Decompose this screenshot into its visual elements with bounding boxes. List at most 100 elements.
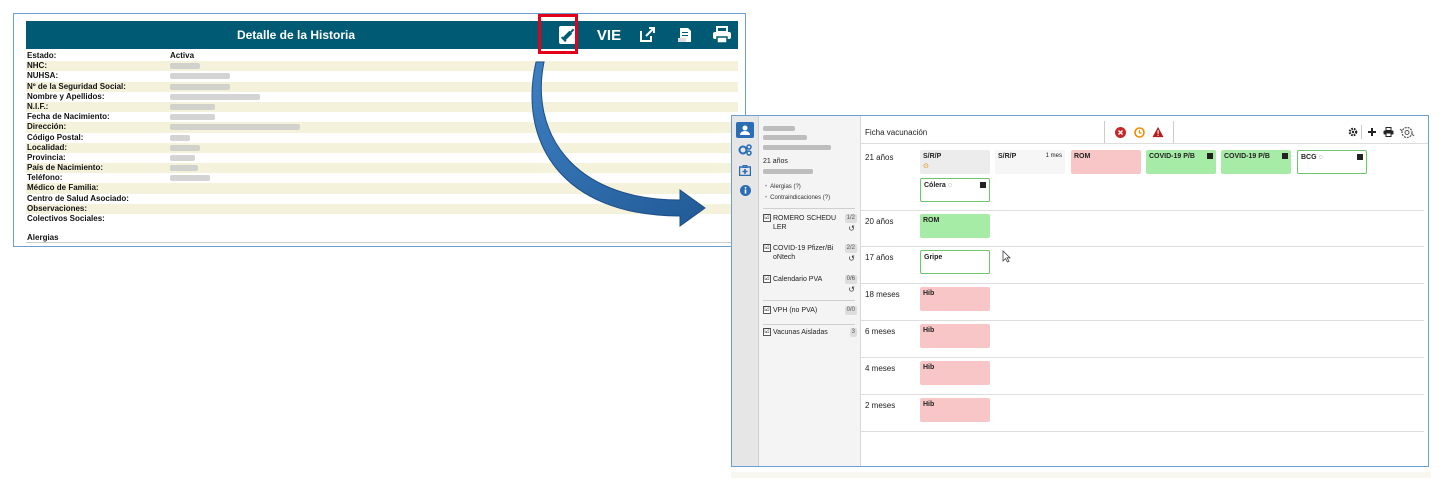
age-row: 6 meses Hib xyxy=(861,320,1424,358)
settings-button[interactable] xyxy=(1347,126,1359,138)
printer-icon xyxy=(713,26,731,44)
redacted-value xyxy=(170,124,300,131)
calendar-count: 2/2 xyxy=(844,244,857,253)
rail-medical[interactable] xyxy=(736,162,754,178)
calendar-item[interactable]: ☑ Vacunas Aisladas 3 xyxy=(763,328,857,348)
field-label: Teléfono: xyxy=(27,173,63,183)
schedule-settings-button[interactable] xyxy=(1399,126,1415,138)
vaccine-card[interactable]: S/R/P 1 mes xyxy=(995,150,1065,174)
pending-clock-icon: ⊙ xyxy=(923,163,929,170)
user-icon xyxy=(740,125,750,135)
vaccine-card[interactable]: BCG ◌ xyxy=(1297,150,1367,174)
calendar-count: 1/2 xyxy=(844,214,857,223)
vaccine-card[interactable]: Cólera ◌ xyxy=(920,178,990,202)
vaccine-card[interactable]: Hib xyxy=(920,287,990,311)
history-header: Detalle de la Historia VIE xyxy=(26,21,738,49)
undo-icon[interactable]: ↺ xyxy=(848,285,855,294)
rail-info[interactable] xyxy=(736,182,754,198)
print-vaccination-button[interactable] xyxy=(1382,126,1394,138)
status-error[interactable] xyxy=(1114,126,1126,138)
calendar-item[interactable]: ☑ VPH (no PVA) 0/0 xyxy=(763,306,857,326)
vaccine-card[interactable]: Hib xyxy=(920,361,990,385)
vaccine-label: COVID-19 P/B xyxy=(1149,153,1195,160)
vaccine-card[interactable]: S/R/P ⊙ xyxy=(920,150,990,174)
vaccine-label: Hib xyxy=(923,401,935,408)
field-label: Localidad: xyxy=(27,142,68,152)
field-label: Observaciones: xyxy=(27,203,88,213)
add-button[interactable] xyxy=(1366,126,1378,138)
age-label: 17 años xyxy=(865,253,894,262)
calendar-checkbox[interactable]: ☑ xyxy=(763,214,771,223)
age-row: 4 meses Hib xyxy=(861,357,1424,395)
cogs-icon xyxy=(738,144,752,156)
vaccine-card[interactable]: ROM xyxy=(920,214,990,238)
field-label: Nº de la Seguridad Social: xyxy=(27,81,126,91)
calendar-checkbox[interactable]: ☑ xyxy=(763,306,771,315)
vaccine-label: ROM xyxy=(923,217,940,224)
vaccine-label: Cólera ◌ xyxy=(924,182,952,189)
age-label: 4 meses xyxy=(865,364,896,373)
age-label: 6 meses xyxy=(865,327,896,336)
rail-cogs[interactable] xyxy=(736,142,754,158)
redacted-value xyxy=(170,73,230,80)
patient-sidebar: 21 años Alergias (?) Contraindicaciones … xyxy=(759,116,861,466)
calendar-item[interactable]: ☑ Calendario PVA 0/6 ↺ xyxy=(763,275,857,295)
divider xyxy=(1104,121,1105,143)
vaccine-card[interactable]: Hib xyxy=(920,324,990,348)
divider xyxy=(26,242,738,243)
redacted-value xyxy=(170,93,260,100)
field-label: Dirección: xyxy=(27,122,67,132)
vaccine-label: Hib xyxy=(923,290,935,297)
status-clock[interactable] xyxy=(1133,126,1145,138)
field-value: Activa xyxy=(170,51,195,60)
redacted-value xyxy=(170,63,200,70)
calendar-checkbox[interactable]: ☑ xyxy=(763,328,771,337)
field-label: Fecha de Nacimiento: xyxy=(27,112,110,122)
open-external-icon[interactable] xyxy=(1282,153,1288,159)
vaccination-title: Ficha vacunación xyxy=(865,128,928,137)
vaccination-toolbar: Ficha vacunación xyxy=(861,121,1428,144)
calendar-checkbox[interactable]: ☑ xyxy=(763,275,771,284)
dose-interval: 1 mes xyxy=(1045,153,1062,159)
vaccine-card[interactable]: COVID-19 P/B xyxy=(1221,150,1291,174)
calendar-count: 0/6 xyxy=(844,275,857,284)
rail-user[interactable] xyxy=(736,122,754,138)
vaccine-label: S/R/P xyxy=(923,153,942,160)
contraindicaciones-link[interactable]: Contraindicaciones (?) xyxy=(765,195,830,201)
mouse-cursor-icon xyxy=(1002,250,1011,263)
vaccine-label: Hib xyxy=(923,364,935,371)
redacted-text xyxy=(763,135,807,140)
open-external-icon[interactable] xyxy=(1357,154,1363,160)
open-external-icon[interactable] xyxy=(980,182,986,188)
vie-button[interactable]: VIE xyxy=(594,21,624,49)
redacted-value xyxy=(170,154,195,161)
divider xyxy=(1361,125,1362,139)
divider xyxy=(1173,121,1174,143)
age-label: 21 años xyxy=(865,153,894,162)
open-external-icon[interactable] xyxy=(1207,153,1213,159)
print-button[interactable] xyxy=(706,21,738,49)
vaccine-card[interactable]: COVID-19 P/B xyxy=(1146,150,1216,174)
redacted-value xyxy=(170,114,215,121)
field-label: NHC: xyxy=(27,61,47,71)
divider xyxy=(763,300,855,301)
calendar-item[interactable]: ☑ COVID-19 Pfizer/Bi oNtech 2/2 ↺ xyxy=(763,244,857,272)
vaccine-card[interactable]: Hib xyxy=(920,398,990,422)
age-row: 21 años S/R/P ⊙ S/R/P 1 mes ROM COVID-19 P/B CO… xyxy=(861,146,1424,211)
calendar-name: Vacunas Aisladas xyxy=(773,329,828,336)
undo-icon[interactable]: ↺ xyxy=(848,254,855,263)
field-label: Provincia: xyxy=(27,152,66,162)
status-alert[interactable] xyxy=(1152,126,1164,138)
calendar-name: COVID-19 Pfizer/Bi oNtech xyxy=(773,245,834,261)
vaccine-card[interactable]: Gripe xyxy=(920,250,990,274)
calendar-item[interactable]: ☑ ROMERO SCHEDU LER 1/2 ↺ xyxy=(763,214,857,242)
document-button[interactable] xyxy=(669,21,701,49)
field-label: Colectivos Sociales: xyxy=(27,214,105,223)
curved-arrow xyxy=(531,61,706,227)
external-link-button[interactable] xyxy=(631,21,663,49)
calendar-checkbox[interactable]: ☑ xyxy=(763,244,771,253)
alergias-link[interactable]: Alergias (?) xyxy=(765,184,801,190)
undo-icon[interactable]: ↺ xyxy=(848,224,855,233)
vaccine-label: Gripe xyxy=(924,254,943,261)
vaccine-card[interactable]: ROM xyxy=(1071,150,1141,174)
